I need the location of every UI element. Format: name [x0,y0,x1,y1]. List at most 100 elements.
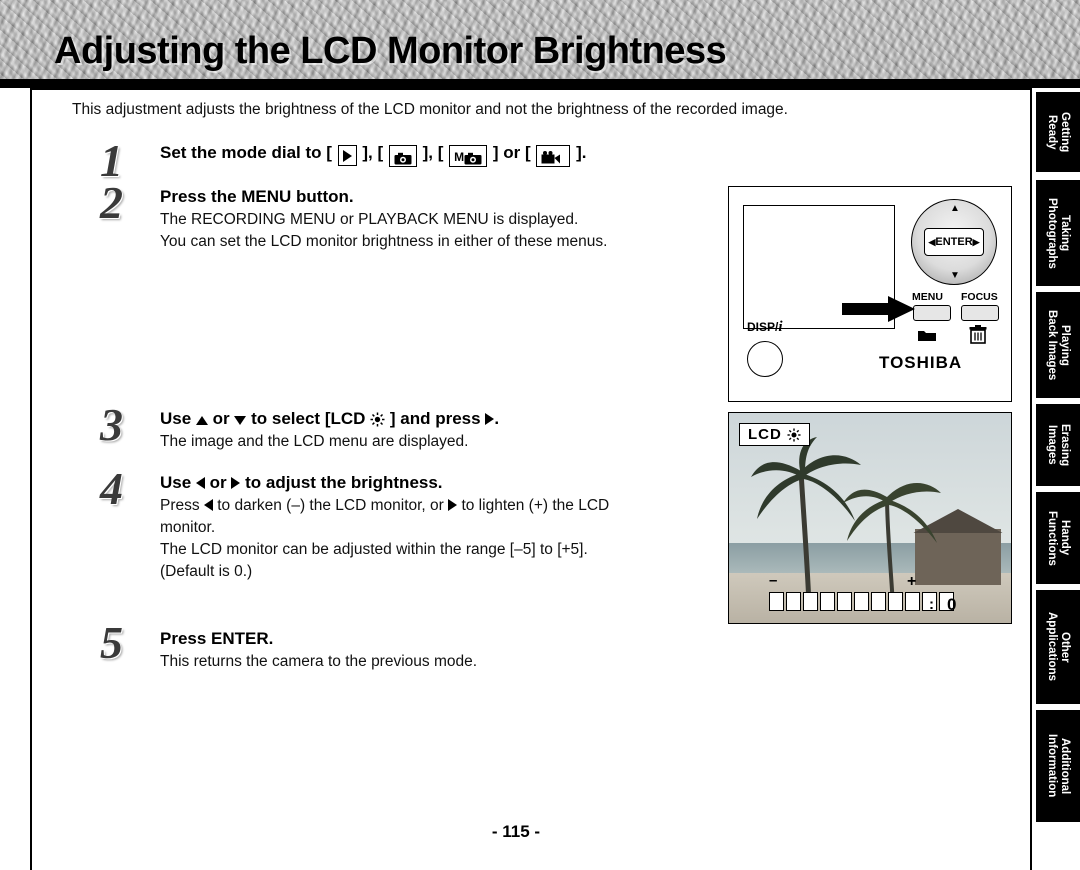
step-1-heading: Set the mode dial to [ ], [ ], [ M ] or [160,142,780,167]
brightness-bar-cell[interactable] [769,592,784,611]
section-tab-3[interactable]: Erasing Images [1036,404,1080,486]
step-1-text-mid2: ], [ [422,143,444,162]
step-3-text-b: or [212,409,230,428]
step-4-body-line1: Press to darken (–) the LCD monitor, or … [160,495,780,517]
step-2-body-line1: The RECORDING MENU or PLAYBACK MENU is d… [160,211,579,229]
page-border-left [30,88,32,870]
camera-glyph [394,152,412,165]
palm-tree-right [843,483,941,608]
step-3-heading: Use or to select [LCD ] and press . [160,408,780,429]
dpad-right-arrow: ▶ [972,237,980,247]
movie-icon [536,145,571,167]
page-number: - 115 - [491,822,541,841]
brightness-plus-label: + [907,573,917,590]
focus-button[interactable] [961,305,999,321]
brightness-bar-cell[interactable] [871,592,886,611]
step-3-text-a: Use [160,409,192,428]
step-4-body-line2: monitor. [160,519,216,537]
dpad-down-arrow: ▼ [950,270,960,281]
page-border-top [30,88,1032,90]
section-tab-4[interactable]: Handy Functions [1036,492,1080,584]
lcd-badge: LCD [739,423,810,446]
section-tab-label: Other Applications [1046,612,1071,682]
playback-icon [337,145,357,166]
step-5-body-line1: This returns the camera to the previous … [160,653,478,671]
disp-text: DISP/ [747,320,779,334]
step-4-number: 4 [100,463,123,514]
folder-icon [918,331,936,341]
page-title: Adjusting the LCD Monitor Brightness [54,30,727,72]
step-4-body-a: Press [160,497,200,515]
brightness-bar-cell[interactable] [820,592,835,611]
section-tab-label: Taking Photographs [1046,197,1071,269]
camera-glyph-manual [464,152,482,165]
dpad-up-arrow: ▲ [950,203,960,214]
section-tab-label: Playing Back Images [1046,309,1071,381]
brightness-bar-cell[interactable] [888,592,903,611]
brightness-colon: : [929,596,934,613]
right-arrow-icon [485,413,495,425]
brightness-bar-cell[interactable] [905,592,920,611]
step-3-text-d: ] and press [389,409,481,428]
camera-icon [388,145,417,167]
camera-back-illustration: ▲ ▼ ◀ENTER▶ MENU FOCUS DISP/i TOSHIBA [728,186,1012,402]
step-4-text-a: Use [160,473,192,492]
step-3-body-line1: The image and the LCD menu are displayed… [160,433,469,451]
step-4-heading: Use or to adjust the brightness. [160,472,780,493]
section-tab-label: Getting Ready [1046,111,1071,153]
step-2-heading: Press the MENU button. [160,187,354,206]
left-arrow-icon [195,477,205,489]
enter-label: ENTER [935,236,973,248]
camera-enter-button: ◀ENTER▶ [924,228,984,256]
brightness-minus-label: – [769,572,778,589]
step-5-number: 5 [100,617,123,668]
step-4-body-c: to lighten (+) the LCD [461,497,610,515]
brightness-bar-gauge[interactable] [769,592,954,611]
step-2-body-line2: You can set the LCD monitor brightness i… [160,233,608,251]
lcd-preview-panel: LCD – + : 0 [728,412,1012,624]
step-1-text-mid1: ], [ [362,143,384,162]
right-arrow-icon-3 [448,499,458,512]
section-tab-6[interactable]: Additional Information [1036,710,1080,822]
brightness-bar-cell[interactable] [854,592,869,611]
brightness-bar-cell[interactable] [837,592,852,611]
step-1-text-mid3: ] or [ [492,143,531,162]
left-arrow-icon-2 [203,499,213,512]
step-1-text-after: ]. [576,143,587,162]
step-1-text-before: Set the mode dial to [ [160,143,332,162]
step-4-body-line4: (Default is 0.) [160,563,253,581]
step-3-number: 3 [100,399,123,450]
brightness-bar-cell[interactable] [786,592,801,611]
section-tab-5[interactable]: Other Applications [1036,590,1080,704]
down-arrow-icon [234,416,247,425]
focus-button-label: FOCUS [961,291,998,303]
trash-icon [969,325,987,344]
section-tab-label: Additional Information [1046,734,1071,798]
section-tab-1[interactable]: Taking Photographs [1036,180,1080,286]
section-tab-2[interactable]: Playing Back Images [1036,292,1080,398]
up-arrow-icon [195,416,208,425]
section-tab-label: Handy Functions [1046,510,1071,566]
brightness-icon-badge [787,427,801,442]
brightness-bar-cell[interactable] [803,592,818,611]
step-2-number: 2 [100,177,123,228]
manual-camera-icon: M [449,145,488,167]
camera-dpad: ▲ ▼ ◀ENTER▶ [911,199,997,285]
disp-button[interactable] [747,341,783,377]
section-tab-0[interactable]: Getting Ready [1036,92,1080,172]
right-arrow-icon-2 [231,477,241,489]
step-3-text-c: to select [LCD [251,409,366,428]
page-header-banner: Adjusting the LCD Monitor Brightness [0,0,1080,88]
page-border-right [1030,88,1032,870]
brightness-icon [370,412,385,427]
section-index-tabs: Getting Ready Taking Photographs Playing Back… [1036,92,1080,822]
camera-brand: TOSHIBA [879,353,963,372]
section-tab-label: Erasing Images [1046,423,1071,467]
brightness-value: 0 [947,595,957,614]
step-4-body-b: to darken (–) the LCD monitor, or [217,497,444,515]
lcd-badge-label: LCD [748,426,782,443]
menu-button[interactable] [913,305,951,321]
step-5-heading: Press ENTER. [160,629,274,648]
disp-button-label: DISP/i [747,319,783,336]
menu-button-label: MENU [912,291,943,303]
